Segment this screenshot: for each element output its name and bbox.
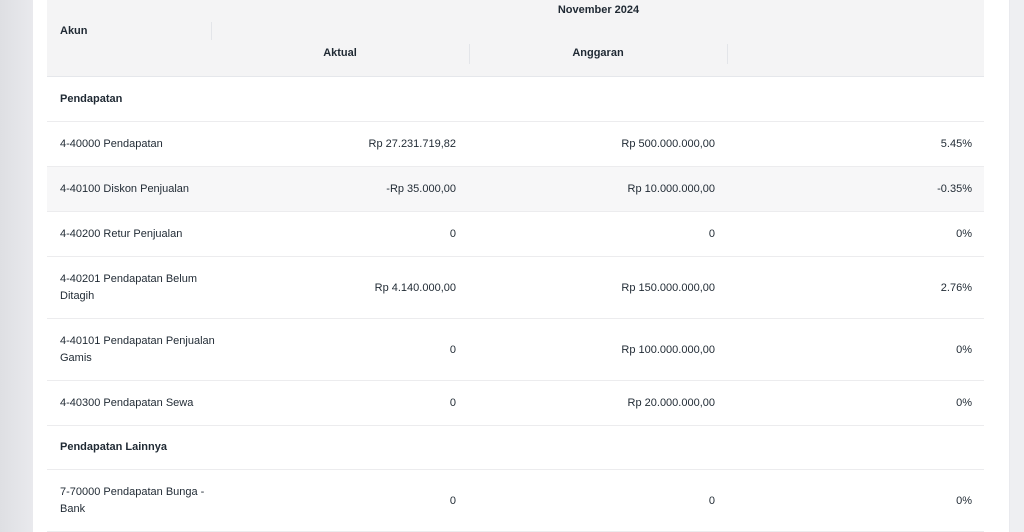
budget-value: 0 <box>708 494 715 507</box>
table-row[interactable]: 4-40300 Pendapatan Sewa 0 Rp 20.000.000,… <box>47 381 984 426</box>
header-divider <box>469 44 470 64</box>
table-row[interactable]: 4-40000 Pendapatan Rp 27.231.719,82 Rp 5… <box>47 122 984 167</box>
background-right-edge <box>1010 0 1024 532</box>
percent-value: 2.76% <box>940 281 972 294</box>
percent-value: -0.35% <box>937 183 972 195</box>
percent-value: 0% <box>956 494 972 507</box>
actual-value: 0 <box>449 343 456 356</box>
actual-value: Rp 27.231.719,82 <box>368 138 456 150</box>
percent-value: 0% <box>956 228 972 240</box>
account-name[interactable]: 4-40100 Diskon Penjualan <box>60 167 230 211</box>
section-title-other-revenue: Pendapatan Lainnya <box>60 441 167 453</box>
table-header: Akun November 2024 Aktual Anggaran <box>47 0 984 77</box>
actual-value: 0 <box>449 228 456 240</box>
actual-value: -Rp 35.000,00 <box>386 183 456 195</box>
column-header-period: November 2024 <box>557 4 640 16</box>
budget-value: Rp 10.000.000,00 <box>627 183 715 195</box>
budget-value: Rp 20.000.000,00 <box>627 397 715 409</box>
table-row[interactable]: 7-70000 Pendapatan Bunga - Bank 0 0 0% <box>47 470 984 532</box>
section-row: Pendapatan <box>47 77 984 122</box>
account-name[interactable]: 4-40300 Pendapatan Sewa <box>60 381 230 425</box>
account-name[interactable]: 7-70000 Pendapatan Bunga - Bank <box>60 470 230 531</box>
report-panel: Akun November 2024 Aktual Anggaran Penda… <box>33 0 1009 532</box>
actual-value: 0 <box>449 494 456 507</box>
header-divider <box>211 22 212 40</box>
table-row[interactable]: 4-40201 Pendapatan Belum Ditagih Rp 4.14… <box>47 257 984 319</box>
actual-value: 0 <box>449 397 456 409</box>
account-name[interactable]: 4-40200 Retur Penjualan <box>60 212 230 256</box>
section-row: Pendapatan Lainnya <box>47 426 984 470</box>
column-header-actual[interactable]: Aktual <box>211 47 469 59</box>
table-row[interactable]: 4-40101 Pendapatan Penjualan Gamis 0 Rp … <box>47 319 984 381</box>
table-row[interactable]: 4-40200 Retur Penjualan 0 0 0% <box>47 212 984 257</box>
budget-report-table: Akun November 2024 Aktual Anggaran Penda… <box>47 0 984 532</box>
budget-value: Rp 500.000.000,00 <box>621 138 715 150</box>
column-header-budget[interactable]: Anggaran <box>469 47 727 59</box>
budget-value: 0 <box>708 228 715 240</box>
budget-value: Rp 100.000.000,00 <box>621 343 715 356</box>
actual-value: Rp 4.140.000,00 <box>374 281 456 294</box>
percent-value: 0% <box>956 397 972 409</box>
account-name[interactable]: 4-40000 Pendapatan <box>60 122 230 166</box>
account-name[interactable]: 4-40201 Pendapatan Belum Ditagih <box>60 257 230 318</box>
budget-value: Rp 150.000.000,00 <box>621 281 715 294</box>
account-name[interactable]: 4-40101 Pendapatan Penjualan Gamis <box>60 319 230 380</box>
percent-value: 0% <box>956 343 972 356</box>
header-divider <box>727 44 728 64</box>
percent-value: 5.45% <box>940 138 972 150</box>
table-row[interactable]: 4-40100 Diskon Penjualan -Rp 35.000,00 R… <box>47 167 984 212</box>
section-title-revenue: Pendapatan <box>60 92 123 105</box>
column-header-account: Akun <box>60 25 88 37</box>
